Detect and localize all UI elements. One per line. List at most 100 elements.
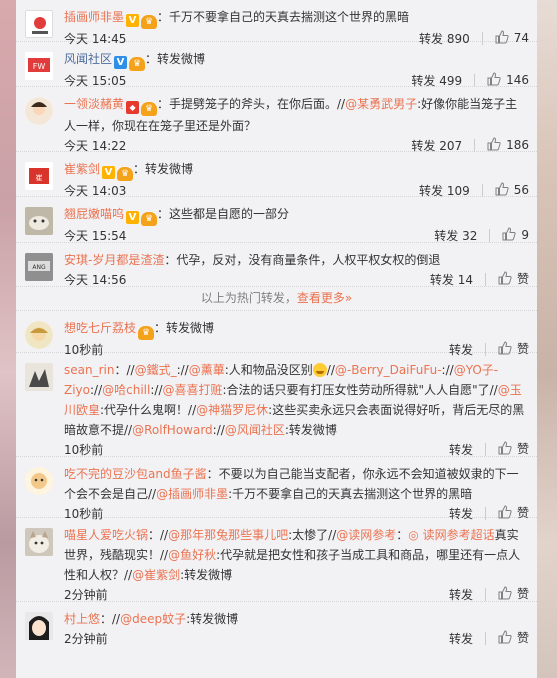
mention-link[interactable]: @读网参考 xyxy=(336,528,396,542)
avatar[interactable] xyxy=(25,10,53,38)
mention-link[interactable]: @那年那兔那些事儿吧 xyxy=(168,528,288,542)
verified-blue-icon[interactable]: V xyxy=(114,56,128,69)
avatar[interactable]: 崔 xyxy=(25,162,53,190)
repost-content: :转发微博 xyxy=(180,568,233,582)
username-link[interactable]: 插画师非墨 xyxy=(64,10,124,24)
mention-link[interactable]: @RolfHoward xyxy=(132,423,213,437)
repost-item: 吃不完的豆沙包and鱼子酱：不要以为自己能当支配者，你永远不会知道被奴隶的下一个… xyxy=(16,457,537,521)
verified-yellow-icon[interactable]: V xyxy=(126,211,140,224)
svg-text:崔: 崔 xyxy=(36,173,43,182)
vip-badge-icon[interactable]: ♛ xyxy=(138,326,155,340)
repost-item: 喵星人爱吃火锅：//@那年那兔那些事儿吧:太惨了//@读网参考：◎ 读网参考超话… xyxy=(16,518,537,602)
repost-count: 14 xyxy=(457,272,473,287)
repost-label: 转发 xyxy=(448,587,473,602)
action-divider xyxy=(481,184,483,197)
repost-count: 499 xyxy=(439,73,463,88)
avatar[interactable] xyxy=(25,363,53,391)
like-count: 56 xyxy=(513,182,529,197)
repost-item: 村上悠：//@deep蚊子:转发微博 2分钟前 转发 赞 xyxy=(16,602,537,648)
repost-item: 想吃七斤荔枝 ♛ ：转发微博 10秒前 转发赞 xyxy=(16,311,537,357)
mention-link[interactable]: ◎ 读网参考超话 xyxy=(408,528,494,542)
background-left xyxy=(0,0,16,678)
vip-badge-icon[interactable]: ♛ xyxy=(141,15,158,29)
like-count: 赞 xyxy=(516,630,529,645)
username-link[interactable]: 安琪-岁月都是渣渣 xyxy=(64,253,164,267)
mention-link[interactable]: @喜喜打赃 xyxy=(163,383,223,397)
username-link[interactable]: 翘屁嫩喵呜 xyxy=(64,207,124,221)
repost-content: :// xyxy=(90,383,103,397)
repost-content: ：千万不要拿自己的天真去揣测这个世界的黑暗 xyxy=(157,10,410,24)
repost-item: 一领淡赭黄 ◆ ♛ ：手提劈笼子的斧头，在你后面。//@某勇武男子:好像你能当笼子主人… xyxy=(16,87,537,153)
avatar[interactable]: ANG xyxy=(25,253,53,281)
thumbs-up-icon xyxy=(498,629,512,651)
username-link[interactable]: 想吃七斤荔枝 xyxy=(64,321,136,335)
username-link[interactable]: 一领淡赭黄 xyxy=(64,97,124,111)
repost-text: 一领淡赭黄 ◆ ♛ ：手提劈笼子的斧头，在你后面。//@某勇武男子:好像你能当笼子主人… xyxy=(64,94,529,136)
vip-badge-icon[interactable]: ♛ xyxy=(141,212,158,226)
repost-meta: 今天 14:56 转发 14 赞 xyxy=(64,270,529,292)
repost-content: :// xyxy=(150,383,163,397)
repost-item: sean_rin：//@鐵式_://@薰蓽:人和物品没区别//@-Berry_D… xyxy=(16,353,537,457)
svg-text:FW: FW xyxy=(33,62,46,71)
verified-red-icon[interactable]: ◆ xyxy=(126,101,140,114)
repost-content: ：转发微博 xyxy=(154,321,215,335)
mention-link[interactable]: @插画师非墨 xyxy=(156,487,228,501)
repost-button[interactable]: 转发 xyxy=(449,628,473,650)
like-button[interactable]: 赞 xyxy=(498,627,529,651)
username-link[interactable]: 吃不完的豆沙包and鱼子酱 xyxy=(64,467,207,481)
avatar[interactable] xyxy=(25,321,53,349)
mention-link[interactable]: @deep蚊子 xyxy=(120,612,186,626)
like-count: 146 xyxy=(506,72,529,87)
avatar[interactable] xyxy=(25,528,53,556)
timestamp: 今天 14:56 xyxy=(64,272,127,287)
repost-button[interactable]: 转发 14 xyxy=(430,269,473,291)
mention-link[interactable]: @风闻社区 xyxy=(225,423,285,437)
verified-yellow-icon[interactable]: V xyxy=(126,14,140,27)
repost-label: 转发 xyxy=(448,631,473,646)
avatar[interactable] xyxy=(25,612,53,640)
repost-label: 转发 xyxy=(411,138,436,153)
mention-link[interactable]: @鱼好秋 xyxy=(168,548,216,562)
repost-content: :合法的话只要有打压女性劳动所得就"人人自愿"了// xyxy=(222,383,498,397)
like-button[interactable]: 赞 xyxy=(498,268,529,292)
avatar[interactable] xyxy=(25,207,53,235)
mention-link[interactable]: @某勇武男子 xyxy=(345,97,417,111)
username-link[interactable]: sean_rin xyxy=(64,363,114,377)
background-right xyxy=(537,0,557,678)
repost-content: // xyxy=(326,363,335,377)
mention-link[interactable]: @崔紫剑 xyxy=(132,568,180,582)
repost-item: 插画师非墨 V ♛ ：千万不要拿自己的天真去揣测这个世界的黑暗 今天 14:45 转发 … xyxy=(16,0,537,46)
repost-text: sean_rin：//@鐵式_://@薰蓽:人和物品没区别//@-Berry_D… xyxy=(64,360,529,440)
action-divider xyxy=(484,632,486,645)
repost-content: :千万不要拿自己的天真去揣测这个世界的黑暗 xyxy=(228,487,473,501)
username-link[interactable]: 崔紫剑 xyxy=(64,162,100,176)
action-divider xyxy=(484,443,486,456)
mention-link[interactable]: @-Berry_DaiFuFu- xyxy=(335,363,442,377)
avatar[interactable] xyxy=(25,467,53,495)
repost-content: ：// xyxy=(148,528,169,542)
repost-content: :太惨了// xyxy=(288,528,337,542)
verified-yellow-icon[interactable]: V xyxy=(102,166,116,179)
username-link[interactable]: 村上悠 xyxy=(64,612,100,626)
repost-content: :// xyxy=(176,363,189,377)
divider-text: 以上为热门转发， xyxy=(200,291,297,305)
avatar[interactable]: FW xyxy=(25,52,53,80)
repost-count: 207 xyxy=(439,138,463,153)
repost-content: ：这些都是自愿的一部分 xyxy=(157,207,290,221)
mention-link[interactable]: @神猫罗尼休 xyxy=(196,403,268,417)
avatar[interactable] xyxy=(25,97,53,125)
repost-text: 喵星人爱吃火锅：//@那年那兔那些事儿吧:太惨了//@读网参考：◎ 读网参考超话… xyxy=(64,525,529,585)
repost-count: 109 xyxy=(446,183,470,198)
repost-content: :代孕什么鬼啊！// xyxy=(100,403,197,417)
mention-link[interactable]: @鐵式_ xyxy=(135,363,177,377)
view-more-link[interactable]: 查看更多» xyxy=(297,291,352,305)
vip-badge-icon[interactable]: ♛ xyxy=(129,57,146,71)
repost-label: 转发 xyxy=(429,272,454,287)
repost-meta: 2分钟前 转发 赞 xyxy=(64,629,529,651)
mention-link[interactable]: @哈chill xyxy=(102,383,150,397)
vip-badge-icon[interactable]: ♛ xyxy=(141,102,158,116)
mention-link[interactable]: @薰蓽 xyxy=(189,363,225,377)
username-link[interactable]: 喵星人爱吃火锅 xyxy=(64,528,148,542)
repost-content: :// xyxy=(441,363,454,377)
username-link[interactable]: 风闻社区 xyxy=(64,52,112,66)
